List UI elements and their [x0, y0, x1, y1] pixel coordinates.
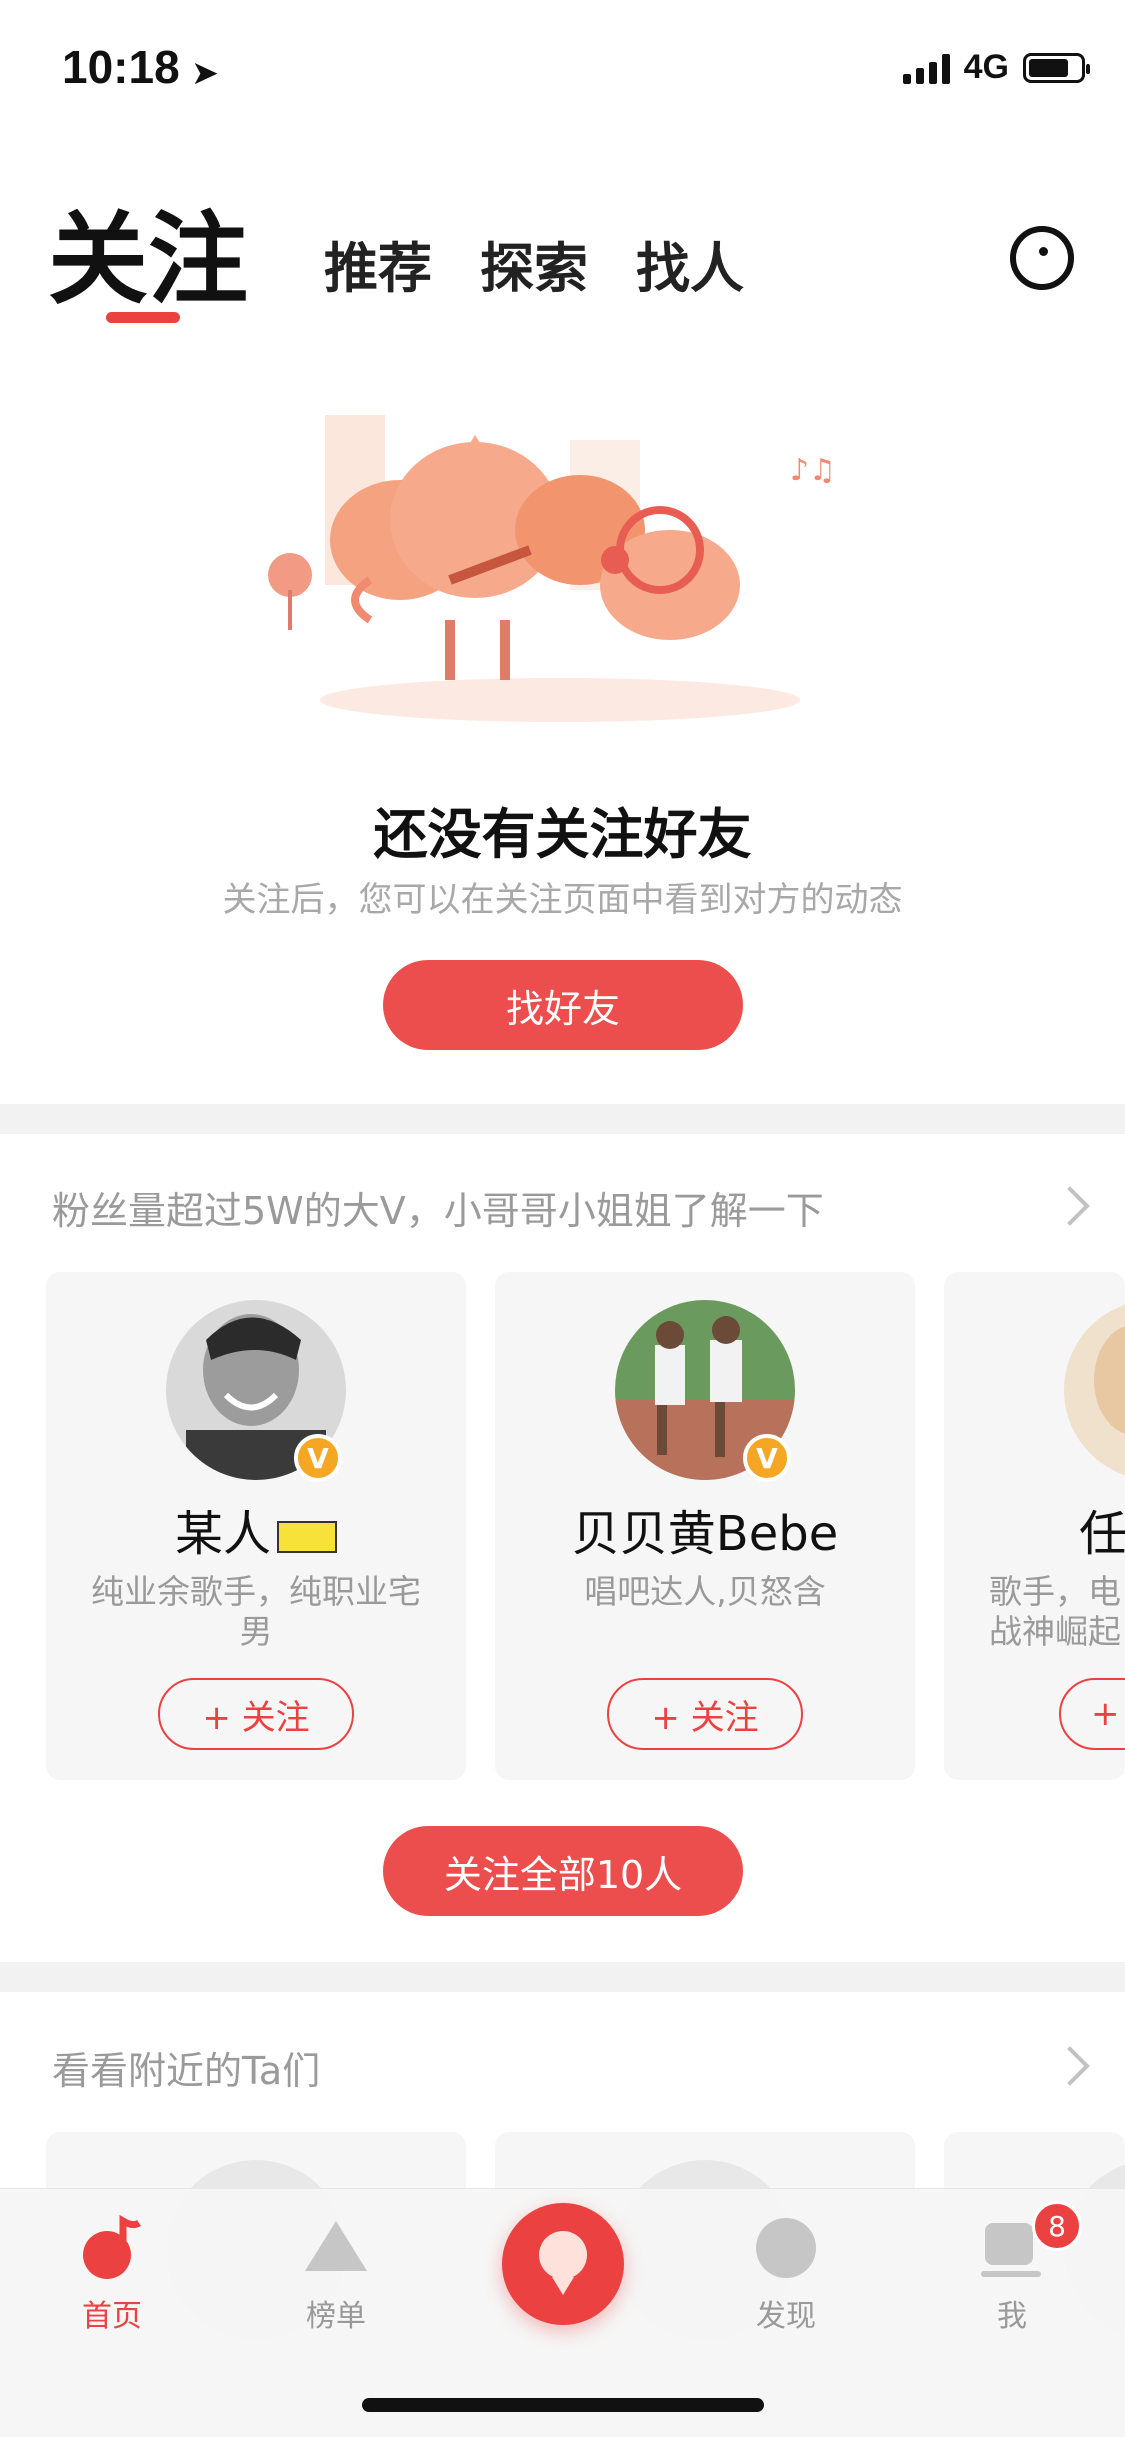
recommend-card[interactable]: 任 歌手，电战神崛起 + [944, 1272, 1125, 1780]
sing-button[interactable] [502, 2203, 624, 2325]
status-indicators: 4G [902, 48, 1090, 87]
home-indicator[interactable] [362, 2398, 764, 2412]
find-friends-button[interactable]: 找好友 [383, 960, 743, 1050]
empty-illustration: ♪♫ [268, 415, 836, 722]
verified-badge-icon: V [294, 1434, 342, 1482]
tab-explore[interactable]: 探索 [480, 224, 588, 303]
section-divider [0, 1962, 1125, 1992]
time-text: 10:18 [62, 41, 180, 93]
follow-button[interactable]: + 关注 [158, 1678, 354, 1750]
microphone-icon [539, 2231, 587, 2295]
card-name: 任 [1079, 1506, 1125, 1562]
empty-title: 还没有关注好友 [373, 803, 752, 866]
card-name: 贝贝黄Bebe [571, 1506, 839, 1562]
triangle-chart-icon [305, 2221, 367, 2271]
music-note-icon [83, 2214, 141, 2279]
recommend-section-title[interactable]: 粉丝量超过5W的大V，小哥哥小姐姐了解一下 [52, 1180, 824, 1235]
card-name: 某人 [46, 1494, 466, 1564]
chevron-right-icon[interactable] [1050, 1186, 1090, 1226]
chevron-right-icon[interactable] [1050, 2046, 1090, 2086]
follow-button[interactable]: + 关注 [607, 1678, 803, 1750]
nearby-section-title[interactable]: 看看附近的Ta们 [52, 2040, 320, 2095]
concert-ticket-icon [277, 1521, 337, 1553]
follow-all-button[interactable]: 关注全部10人 [383, 1826, 743, 1916]
nav-label: 榜单 [306, 2299, 366, 2334]
notification-badge: 8 [1032, 2201, 1082, 2251]
nav-label: 首页 [82, 2299, 142, 2334]
tab-follow[interactable]: 关注 [48, 178, 248, 323]
circle-discover-icon [756, 2218, 816, 2278]
follow-button[interactable]: + [1059, 1678, 1125, 1750]
recommend-card[interactable]: V 贝贝黄Bebe 唱吧达人,贝怒含 + 关注 [495, 1272, 915, 1780]
location-arrow-icon: ➤ [192, 57, 218, 90]
tab-find-people[interactable]: 找人 [636, 224, 744, 303]
nav-label: 我 [997, 2299, 1027, 2334]
battery-icon [1023, 52, 1090, 83]
recommend-card[interactable]: V 某人 纯业余歌手，纯职业宅男 + 关注 [46, 1272, 466, 1780]
card-description: 纯业余歌手，纯职业宅男 [91, 1572, 421, 1651]
signal-icon [902, 52, 950, 84]
tab-recommend[interactable]: 推荐 [324, 224, 432, 303]
card-description: 唱吧达人,贝怒含 [584, 1572, 826, 1611]
verified-badge-icon: V [743, 1434, 791, 1482]
card-name-text: 某人 [174, 1506, 271, 1562]
record-icon[interactable] [1010, 226, 1074, 290]
svg-text:♪♫: ♪♫ [790, 453, 836, 488]
nav-label: 发现 [756, 2299, 816, 2334]
status-time: 10:18 ➤ [62, 40, 218, 94]
empty-subtitle: 关注后，您可以在关注页面中看到对方的动态 [222, 880, 903, 920]
avatar[interactable] [1064, 1300, 1125, 1480]
tab-active-indicator [106, 312, 180, 323]
card-description: 歌手，电战神崛起 [989, 1572, 1121, 1651]
section-divider [0, 1104, 1125, 1134]
network-label: 4G [963, 48, 1009, 86]
